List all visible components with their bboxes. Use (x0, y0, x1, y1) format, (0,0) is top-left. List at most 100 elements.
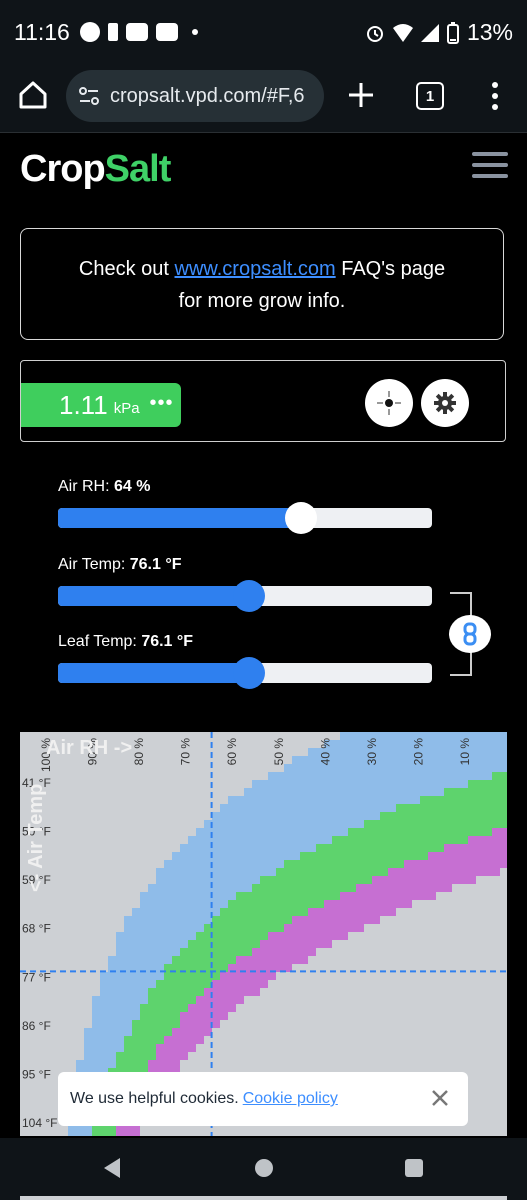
back-icon[interactable] (100, 1156, 124, 1180)
vpd-cell (484, 948, 492, 956)
vpd-cell (500, 1092, 507, 1100)
vpd-cell (300, 1028, 308, 1036)
vpd-cell (156, 972, 164, 980)
vpd-cell (124, 780, 132, 788)
vpd-cell (500, 868, 507, 876)
vpd-cell (348, 788, 356, 796)
vpd-cell (148, 1060, 156, 1068)
cropsalt-logo[interactable]: CropSalt (20, 148, 171, 191)
vpd-cell (316, 1060, 324, 1068)
vpd-cell (476, 1036, 484, 1044)
new-tab-icon[interactable] (346, 80, 376, 110)
vpd-cell (108, 796, 116, 804)
vpd-cell (452, 1012, 460, 1020)
vpd-cell (476, 844, 484, 852)
air-temp-thumb[interactable] (233, 580, 265, 612)
air-rh-thumb[interactable] (285, 502, 317, 534)
vpd-cell (276, 892, 284, 900)
vpd-cell (292, 740, 300, 748)
vpd-cell (380, 1052, 388, 1060)
hamburger-menu-icon[interactable] (472, 152, 508, 182)
vpd-cell (108, 1012, 116, 1020)
vpd-cell (76, 980, 84, 988)
air-temp-slider[interactable] (58, 580, 432, 612)
cookie-policy-link[interactable]: Cookie policy (243, 1090, 338, 1108)
close-icon[interactable] (430, 1088, 450, 1108)
vpd-cell (460, 892, 468, 900)
vpd-cell (284, 820, 292, 828)
vpd-cell (492, 764, 500, 772)
home-icon[interactable] (18, 80, 48, 110)
site-settings-icon[interactable] (78, 85, 100, 107)
cropsalt-link[interactable]: www.cropsalt.com (175, 258, 336, 280)
vpd-cell (196, 1132, 204, 1136)
vpd-cell (20, 1092, 28, 1100)
link-temps-button[interactable] (449, 615, 491, 653)
vpd-cell (460, 924, 468, 932)
vpd-cell (404, 988, 412, 996)
vpd-cell (164, 948, 172, 956)
vpd-cell (492, 844, 500, 852)
leaf-temp-slider[interactable] (58, 657, 432, 689)
vpd-cell (52, 796, 60, 804)
settings-button[interactable] (421, 379, 469, 427)
browser-menu-icon[interactable] (488, 80, 502, 112)
vpd-cell (468, 1092, 476, 1100)
vpd-cell (332, 932, 340, 940)
vpd-cell (452, 1004, 460, 1012)
vpd-cell (356, 804, 364, 812)
vpd-cell (492, 868, 500, 876)
vpd-cell (500, 876, 507, 884)
vpd-cell (244, 924, 252, 932)
vpd-cell (500, 764, 507, 772)
vpd-cell (332, 924, 340, 932)
vpd-cell (436, 732, 444, 740)
vpd-cell (36, 996, 44, 1004)
recents-icon[interactable] (402, 1156, 426, 1180)
vpd-cell (348, 772, 356, 780)
vpd-cell (60, 1132, 68, 1136)
vpd-cell (468, 988, 476, 996)
vpd-cell (244, 740, 252, 748)
vpd-cell (476, 1108, 484, 1116)
vpd-cell (108, 1020, 116, 1028)
vpd-cell (140, 1020, 148, 1028)
vpd-cell (36, 1100, 44, 1108)
vpd-cell (500, 836, 507, 844)
vpd-cell (316, 980, 324, 988)
vpd-cell (404, 788, 412, 796)
leaf-temp-thumb[interactable] (233, 657, 265, 689)
vpd-cell (148, 1004, 156, 1012)
vpd-cell (396, 868, 404, 876)
vpd-cell (68, 988, 76, 996)
vpd-cell (348, 820, 356, 828)
vpd-cell (476, 932, 484, 940)
vpd-cell (340, 980, 348, 988)
vpd-cell (60, 892, 68, 900)
vpd-cell (484, 788, 492, 796)
air-rh-slider[interactable] (58, 502, 432, 534)
vpd-cell (52, 916, 60, 924)
vpd-cell (332, 1020, 340, 1028)
tab-switcher-button[interactable]: 1 (416, 82, 444, 110)
vpd-cell (100, 780, 108, 788)
url-bar[interactable]: cropsalt.vpd.com/#F,6 (66, 70, 324, 122)
vpd-cell (292, 852, 300, 860)
vpd-cell (500, 1044, 507, 1052)
vpd-cell (356, 756, 364, 764)
vpd-cell (388, 860, 396, 868)
vpd-cell (220, 1044, 228, 1052)
home-nav-icon[interactable] (252, 1156, 276, 1180)
vpd-cell (140, 948, 148, 956)
vpd-cell (436, 844, 444, 852)
vpd-cell (492, 940, 500, 948)
vpd-cell (500, 1124, 507, 1132)
vpd-cell (444, 932, 452, 940)
vpd-cell (420, 820, 428, 828)
crosshair-button[interactable] (365, 379, 413, 427)
vpd-badge[interactable]: 1.11 kPa ••• (21, 383, 181, 427)
vpd-cell (36, 1132, 44, 1136)
vpd-cell (404, 1132, 412, 1136)
vpd-cell (132, 804, 140, 812)
vpd-cell (340, 780, 348, 788)
